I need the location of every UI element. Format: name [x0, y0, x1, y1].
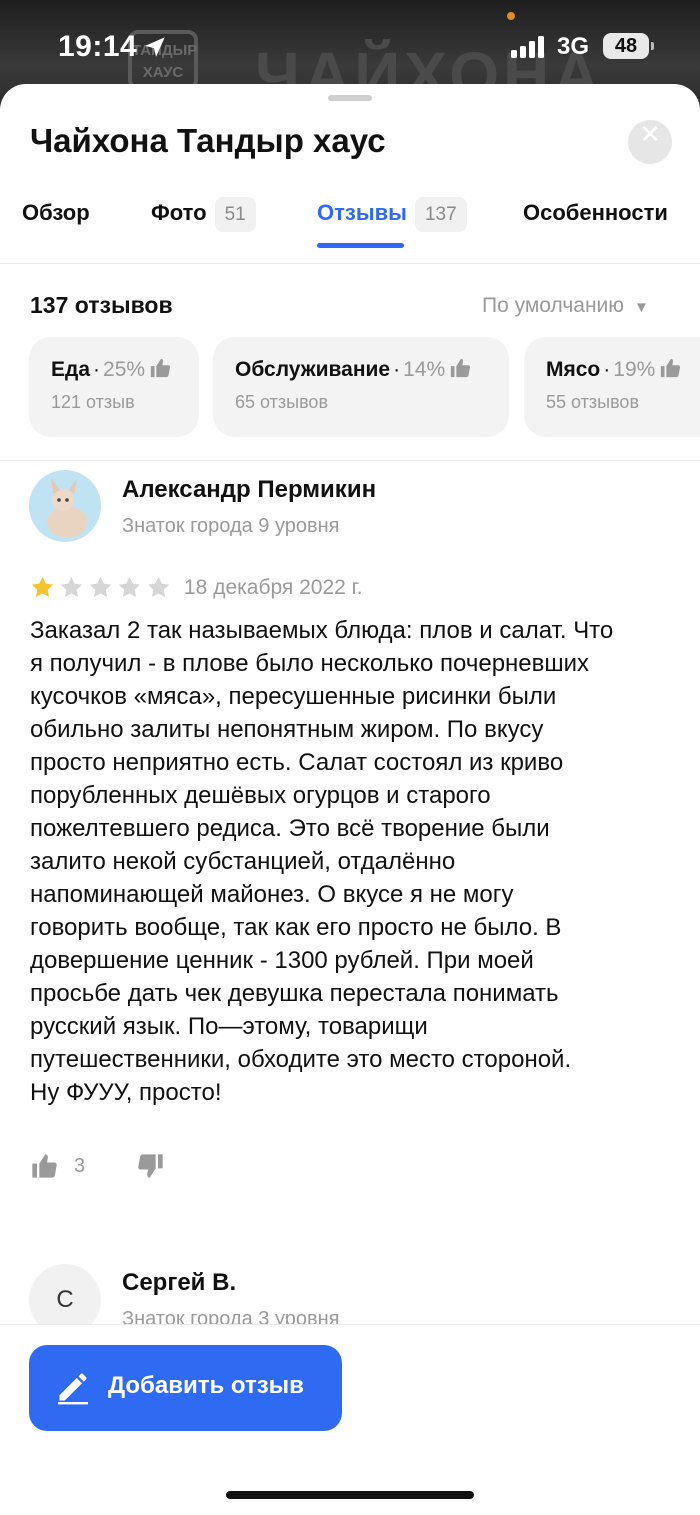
location-arrow-icon — [145, 37, 165, 57]
tabs-bar: Обзор Фото 51 Отзывы 137 Особенности — [0, 192, 700, 262]
star-icon — [31, 576, 54, 597]
thumbs-up-icon — [661, 358, 681, 378]
star-icon — [147, 576, 170, 597]
place-card-sheet: Чайхона Тандыр хаус ✕ Обзор Фото 51 Отзыв… — [0, 84, 700, 1515]
review-author[interactable]: Сергей В. — [122, 1269, 236, 1297]
add-review-button[interactable]: Добавить отзыв — [29, 1345, 342, 1431]
cellular-signal-icon — [511, 36, 544, 58]
thumbs-down-icon[interactable] — [137, 1152, 165, 1180]
star-icon — [60, 576, 83, 597]
tab-photo-label: Фото — [151, 200, 207, 225]
separator-dot: · — [603, 358, 611, 381]
reviews-count: 137 отзывов — [30, 292, 173, 318]
chip-meat[interactable]: Мясо · 19% 55 отзывов — [524, 337, 700, 437]
chip-name: Мясо — [546, 358, 601, 381]
divider — [0, 263, 700, 264]
tab-reviews-count: 137 — [414, 196, 467, 232]
thumbs-up-icon[interactable] — [30, 1152, 58, 1180]
tab-overview-label: Обзор — [22, 200, 90, 225]
separator-dot: · — [393, 358, 401, 381]
dropdown-triangle-icon: ▼ — [634, 299, 649, 316]
thumbs-up-icon — [450, 358, 471, 378]
home-indicator[interactable] — [226, 1491, 474, 1499]
chip-percent: 25% — [103, 358, 146, 381]
divider — [0, 460, 700, 461]
tab-photo[interactable]: Фото 51 — [151, 192, 256, 234]
chip-subtitle: 121 отзыв — [51, 392, 135, 412]
sort-dropdown[interactable]: По умолчанию ▼ — [482, 294, 649, 318]
tab-overview[interactable]: Обзор — [22, 192, 90, 234]
author-level: Знаток города 9 уровня — [122, 515, 340, 537]
chip-name: Еда — [51, 358, 91, 381]
chip-subtitle: 65 отзывов — [235, 392, 329, 412]
review-author[interactable]: Александр Пермикин — [122, 476, 376, 504]
tab-features-label: Особенности — [523, 200, 668, 225]
close-icon: ✕ — [639, 120, 661, 150]
sheet-drag-handle[interactable] — [328, 95, 372, 101]
tab-photo-count: 51 — [214, 196, 256, 232]
active-tab-indicator — [317, 243, 404, 248]
cat-avatar-image — [29, 470, 101, 542]
network-type: 3G — [557, 33, 590, 60]
rating-stars — [30, 575, 175, 605]
tab-features[interactable]: Особенности — [523, 192, 668, 234]
sort-label: По умолчанию — [482, 294, 625, 317]
review-date: 18 декабря 2022 г. — [184, 576, 363, 599]
star-icon — [118, 576, 141, 597]
pencil-icon — [58, 1373, 88, 1405]
separator-dot: · — [93, 358, 101, 381]
bottom-action-bar: Добавить отзыв — [0, 1324, 700, 1515]
add-review-label: Добавить отзыв — [108, 1372, 304, 1399]
chip-food[interactable]: Еда · 25% 121 отзыв — [29, 337, 199, 437]
tab-reviews-label: Отзывы — [317, 200, 407, 225]
place-title: Чайхона Тандыр хаус — [30, 122, 386, 159]
chip-subtitle: 55 отзывов — [546, 392, 640, 412]
chip-name: Обслуживание — [235, 358, 391, 381]
review-text: Заказал 2 так называемых блюда: плов и с… — [30, 617, 614, 1106]
aspect-chips: Еда · 25% 121 отзыв Обслуживание · 14% 65 от… — [0, 337, 700, 439]
battery-indicator: 48 — [603, 33, 654, 59]
like-count: 3 — [74, 1155, 86, 1177]
star-icon — [89, 576, 112, 597]
close-button[interactable]: ✕ — [628, 120, 672, 164]
thumbs-up-icon — [150, 358, 171, 378]
status-bar: 19:14 3G 48 — [0, 0, 700, 95]
chip-percent: 14% — [403, 358, 446, 381]
chip-percent: 19% — [613, 358, 656, 381]
chip-service[interactable]: Обслуживание · 14% 65 отзывов — [213, 337, 509, 437]
status-time: 19:14 — [58, 30, 138, 63]
avatar[interactable] — [29, 470, 101, 542]
tab-reviews[interactable]: Отзывы 137 — [317, 192, 467, 234]
